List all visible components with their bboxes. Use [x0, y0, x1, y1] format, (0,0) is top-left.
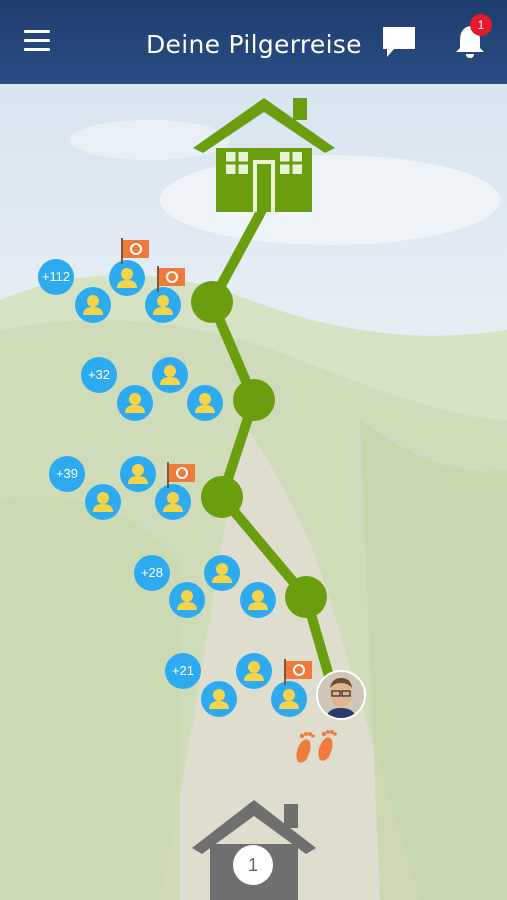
pilgrim-count-bubble[interactable]: +28: [134, 555, 170, 591]
journey-path: [193, 98, 338, 695]
stage-node[interactable]: [285, 576, 327, 618]
pilgrim-count-bubble[interactable]: +112: [38, 259, 74, 295]
pilgrim-avatar-icon[interactable]: [204, 555, 240, 591]
pilgrim-avatar-icon[interactable]: [75, 287, 111, 323]
pilgrim-avatar-icon[interactable]: [240, 582, 276, 618]
pilgrim-avatar-icon[interactable]: [117, 385, 153, 421]
flag-icon: [121, 238, 149, 264]
stage-node[interactable]: [233, 379, 275, 421]
user-avatar[interactable]: [316, 670, 366, 720]
pilgrim-avatar-icon[interactable]: [152, 357, 188, 393]
pilgrim-count-bubble[interactable]: +32: [81, 357, 117, 393]
stage-node[interactable]: [191, 281, 233, 323]
pilgrim-avatar-icon[interactable]: [120, 456, 156, 492]
home-count-badge: 1: [233, 845, 273, 885]
pilgrim-count-bubble[interactable]: +39: [49, 456, 85, 492]
pilgrim-avatar-icon[interactable]: [201, 681, 237, 717]
stage-node[interactable]: [201, 476, 243, 518]
green-house-icon: [193, 98, 335, 212]
flag-icon: [284, 659, 312, 685]
pilgrim-avatar-icon[interactable]: [187, 385, 223, 421]
pilgrim-avatar-icon[interactable]: [85, 484, 121, 520]
pilgrim-avatar-icon[interactable]: [236, 653, 272, 689]
footprints-icon: [296, 730, 337, 763]
flag-icon: [157, 266, 185, 292]
pilgrim-avatar-icon[interactable]: [169, 582, 205, 618]
flag-icon: [167, 462, 195, 488]
pilgrim-count-bubble[interactable]: +21: [165, 653, 201, 689]
